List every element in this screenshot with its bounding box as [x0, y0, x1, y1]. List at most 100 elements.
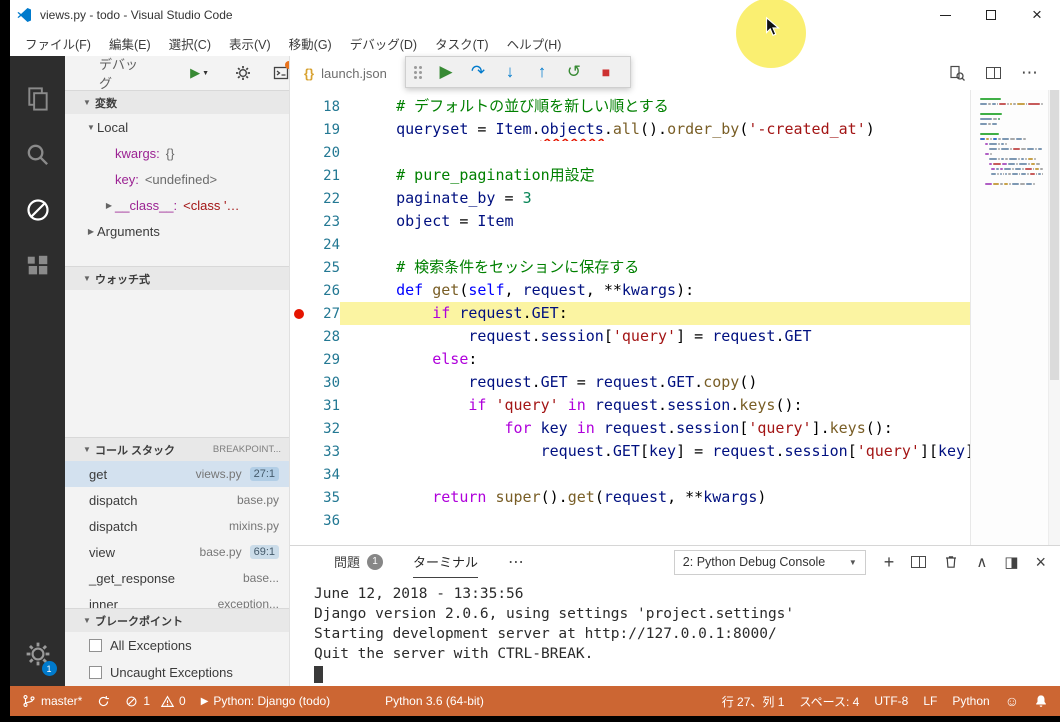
- eol-item[interactable]: LF: [923, 694, 937, 708]
- menu-item[interactable]: 選択(C): [160, 30, 220, 57]
- step-into-button[interactable]: ↓: [494, 57, 526, 87]
- code-line-20[interactable]: 20: [290, 141, 970, 164]
- terminal-selector[interactable]: 2: Python Debug Console ▼: [673, 549, 866, 575]
- split-terminal-icon[interactable]: [911, 556, 927, 568]
- breakpoint-row[interactable]: All Exceptions: [65, 632, 289, 659]
- editor-more-actions-icon[interactable]: ⋯: [1021, 63, 1038, 83]
- code-line-26[interactable]: 26 def get(self, request, **kwargs):: [290, 279, 970, 302]
- debug-configure-gear-icon[interactable]: [235, 65, 251, 81]
- code-line-31[interactable]: 31 if 'query' in request.session.keys():: [290, 394, 970, 417]
- toolbar-drag-handle[interactable]: [414, 65, 422, 79]
- breakpoint-row[interactable]: Uncaught Exceptions: [65, 659, 289, 686]
- close-panel-icon[interactable]: ×: [1035, 553, 1046, 571]
- code-line-19[interactable]: 19 queryset = Item.objects.all().order_b…: [290, 118, 970, 141]
- debug-config-dropdown[interactable]: ▼: [202, 70, 209, 77]
- code-line-32[interactable]: 32 for key in request.session['query'].k…: [290, 417, 970, 440]
- breakpoint-dot[interactable]: [294, 308, 304, 319]
- encoding-item[interactable]: UTF-8: [874, 694, 908, 708]
- watch-section-header[interactable]: ▼ ウォッチ式: [65, 266, 289, 290]
- panel-tab-terminal[interactable]: ターミナル: [413, 546, 479, 578]
- continue-button[interactable]: ▶: [430, 57, 462, 87]
- maximize-button[interactable]: [968, 0, 1014, 30]
- restart-button[interactable]: ↺: [558, 57, 590, 87]
- callstack-frame[interactable]: dispatch mixins.py: [65, 513, 289, 539]
- callstack-frame[interactable]: _get_response base...: [65, 565, 289, 591]
- code-line-22[interactable]: 22 paginate_by = 3: [290, 187, 970, 210]
- code-editor[interactable]: 18 # デフォルトの並び順を新しい順とする 19 queryset = Item…: [290, 90, 1060, 545]
- search-icon[interactable]: [10, 126, 65, 182]
- code-line-29[interactable]: 29 else:: [290, 348, 970, 371]
- checkbox[interactable]: [89, 666, 102, 679]
- variable-row[interactable]: ▶ __class__: <class '…: [65, 192, 289, 218]
- start-debug-button[interactable]: ▶: [190, 65, 200, 81]
- code-text[interactable]: # デフォルトの並び順を新しい順とする: [340, 95, 970, 118]
- code-text[interactable]: if request.GET:: [340, 302, 970, 325]
- callstack-frame[interactable]: inner exception...: [65, 591, 289, 609]
- split-editor-icon[interactable]: [986, 67, 1001, 79]
- variables-section-header[interactable]: ▼ 変数: [65, 90, 289, 114]
- code-text[interactable]: # 検索条件をセッションに保存する: [340, 256, 970, 279]
- menu-item[interactable]: ファイル(F): [16, 30, 100, 57]
- step-over-button[interactable]: ↷: [462, 57, 494, 87]
- menu-item[interactable]: 表示(V): [220, 30, 280, 57]
- notifications-bell-icon[interactable]: [1034, 694, 1048, 708]
- code-text[interactable]: def get(self, request, **kwargs):: [340, 279, 970, 302]
- code-line-30[interactable]: 30 request.GET = request.GET.copy(): [290, 371, 970, 394]
- panel-more-tabs-icon[interactable]: ⋯: [508, 552, 524, 572]
- code-text[interactable]: request.GET = request.GET.copy(): [340, 371, 970, 394]
- menu-item[interactable]: タスク(T): [426, 30, 497, 57]
- maximize-panel-icon[interactable]: ∧: [976, 555, 987, 570]
- panel-tab-problems[interactable]: 問題 1: [334, 546, 384, 578]
- menu-item[interactable]: ヘルプ(H): [498, 30, 571, 57]
- code-text[interactable]: queryset = Item.objects.all().order_by('…: [340, 118, 970, 141]
- checkbox[interactable]: [89, 639, 102, 652]
- menu-item[interactable]: デバッグ(D): [341, 30, 426, 57]
- code-text[interactable]: else:: [340, 348, 970, 371]
- settings-gear-icon[interactable]: 1: [25, 641, 57, 676]
- callstack-frame[interactable]: get views.py 27:1: [65, 461, 289, 487]
- code-line-28[interactable]: 28 request.session['query'] = request.GE…: [290, 325, 970, 348]
- code-line-18[interactable]: 18 # デフォルトの並び順を新しい順とする: [290, 95, 970, 118]
- code-text[interactable]: request.session['query'] = request.GET: [340, 325, 970, 348]
- callstack-section-header[interactable]: ▼ コール スタック BREAKPOINT...: [65, 437, 289, 461]
- code-text[interactable]: [340, 141, 970, 164]
- minimap[interactable]: [970, 90, 1048, 545]
- code-line-24[interactable]: 24: [290, 233, 970, 256]
- code-text[interactable]: if 'query' in request.session.keys():: [340, 394, 970, 417]
- code-line-21[interactable]: 21 # pure_pagination用設定: [290, 164, 970, 187]
- search-editor-icon[interactable]: [949, 65, 966, 82]
- code-text[interactable]: request.GET[key] = request.session['quer…: [340, 440, 970, 463]
- feedback-smiley-icon[interactable]: ☺: [1005, 693, 1019, 709]
- open-file-label[interactable]: {} launch.json: [304, 56, 387, 90]
- code-line-25[interactable]: 25 # 検索条件をセッションに保存する: [290, 256, 970, 279]
- menu-item[interactable]: 編集(E): [100, 30, 160, 57]
- breakpoints-section-header[interactable]: ▼ ブレークポイント: [65, 608, 289, 632]
- code-line-36[interactable]: 36: [290, 509, 970, 532]
- editor-scrollbar[interactable]: [1048, 90, 1060, 545]
- code-line-27[interactable]: 27 if request.GET:: [290, 302, 970, 325]
- code-text[interactable]: paginate_by = 3: [340, 187, 970, 210]
- callstack-frame[interactable]: view base.py 69:1: [65, 539, 289, 565]
- python-interpreter-item[interactable]: Python 3.6 (64-bit): [385, 694, 484, 708]
- terminal-output[interactable]: June 12, 2018 - 13:35:56 Django version 2…: [290, 578, 1060, 686]
- code-text[interactable]: [340, 233, 970, 256]
- debug-console-icon[interactable]: [273, 61, 289, 81]
- code-text[interactable]: [340, 509, 970, 532]
- close-button[interactable]: ×: [1014, 0, 1060, 30]
- kill-terminal-icon[interactable]: [943, 554, 959, 570]
- minimize-button[interactable]: [922, 0, 968, 30]
- menu-item[interactable]: 移動(G): [280, 30, 341, 57]
- git-branch-item[interactable]: master*: [22, 694, 82, 708]
- cursor-position-item[interactable]: 行 27、列 1: [722, 693, 785, 710]
- debug-icon[interactable]: [10, 182, 65, 238]
- step-out-button[interactable]: ↑: [526, 57, 558, 87]
- breakpoint-margin[interactable]: [290, 308, 308, 319]
- extensions-icon[interactable]: [10, 238, 65, 294]
- sync-item[interactable]: [97, 695, 110, 708]
- code-text[interactable]: # pure_pagination用設定: [340, 164, 970, 187]
- variables-scope-row[interactable]: ▼ Local: [65, 114, 289, 140]
- variable-row[interactable]: key: <undefined>: [65, 166, 289, 192]
- scrollbar-thumb[interactable]: [1050, 90, 1059, 380]
- explorer-icon[interactable]: [10, 70, 65, 126]
- callstack-frame[interactable]: dispatch base.py: [65, 487, 289, 513]
